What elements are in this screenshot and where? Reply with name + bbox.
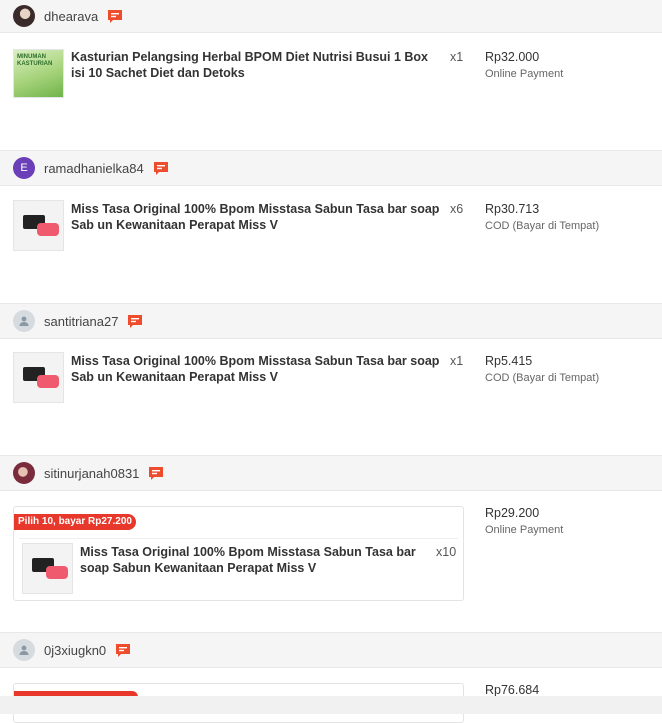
user-avatar[interactable]: E — [13, 157, 35, 179]
default-user-icon — [19, 316, 29, 326]
order-card: E ramadhanielka84 Miss Tasa Original 100… — [0, 150, 662, 288]
product-name[interactable]: Miss Tasa Original 100% Bpom Misstasa Sa… — [71, 201, 445, 233]
user-avatar[interactable] — [13, 310, 35, 332]
order-price: Rp5.415 — [485, 354, 533, 368]
order-card: sitinurjanah0831 Pilih 10, bayar Rp27.20… — [0, 455, 662, 631]
user-avatar[interactable] — [13, 462, 35, 484]
product-name[interactable]: Miss Tasa Original 100% Bpom Misstasa Sa… — [80, 544, 430, 576]
order-header: santitriana27 — [0, 303, 662, 339]
order-body: MINUMAN KASTURIAN Kasturian Pelangsing H… — [0, 33, 662, 135]
order-body: Pilih 10, bayar Rp27.200 Miss Tasa Origi… — [0, 491, 662, 631]
product-thumbnail[interactable]: MINUMAN KASTURIAN — [13, 49, 64, 98]
order-price: Rp76.684 — [485, 683, 540, 697]
user-avatar[interactable] — [13, 639, 35, 661]
product-name[interactable]: Kasturian Pelangsing Herbal BPOM Diet Nu… — [71, 49, 445, 81]
order-header: 0j3xiugkn0 — [0, 632, 662, 668]
order-header: sitinurjanah0831 — [0, 455, 662, 491]
product-quantity: x6 — [450, 202, 464, 216]
product-thumbnail[interactable] — [13, 352, 64, 403]
user-avatar[interactable] — [13, 5, 35, 27]
product-quantity: x1 — [450, 354, 464, 368]
order-body: Miss Tasa Original 100% Bpom Misstasa Sa… — [0, 186, 662, 288]
bundle-deal-box: Pilih 10, bayar Rp27.200 Miss Tasa Origi… — [13, 506, 464, 601]
order-header: E ramadhanielka84 — [0, 150, 662, 186]
buyer-username[interactable]: 0j3xiugkn0 — [44, 643, 106, 658]
soap-bar-graphic — [37, 375, 59, 388]
chat-icon[interactable] — [153, 161, 169, 175]
order-card: santitriana27 Miss Tasa Original 100% Bp… — [0, 303, 662, 440]
bottom-fade — [0, 696, 662, 714]
payment-method: COD (Bayar di Tempat) — [485, 220, 600, 232]
product-quantity: x10 — [436, 545, 457, 559]
order-body: Miss Tasa Original 100% Bpom Misstasa Sa… — [0, 339, 662, 440]
order-price: Rp30.713 — [485, 202, 540, 216]
product-quantity: x1 — [450, 50, 464, 64]
order-price: Rp29.200 — [485, 506, 540, 520]
buyer-username[interactable]: santitriana27 — [44, 314, 118, 329]
buyer-username[interactable]: sitinurjanah0831 — [44, 466, 139, 481]
bundle-item-divider — [19, 538, 458, 539]
product-image-label: MINUMAN KASTURIAN — [17, 54, 53, 67]
chat-icon[interactable] — [107, 9, 123, 23]
order-header: dhearava — [0, 0, 662, 33]
chat-icon[interactable] — [115, 643, 131, 657]
payment-method: COD (Bayar di Tempat) — [485, 372, 600, 384]
payment-method: Online Payment — [485, 524, 564, 536]
buyer-username[interactable]: ramadhanielka84 — [44, 161, 144, 176]
soap-bar-graphic — [46, 566, 68, 579]
product-thumbnail[interactable] — [13, 200, 64, 251]
chat-icon[interactable] — [127, 314, 143, 328]
product-thumbnail[interactable] — [22, 543, 73, 594]
buyer-username[interactable]: dhearava — [44, 9, 98, 24]
bundle-deal-tag: Pilih 10, bayar Rp27.200 — [14, 514, 136, 530]
order-price: Rp32.000 — [485, 50, 540, 64]
soap-bar-graphic — [37, 223, 59, 236]
default-user-icon — [19, 645, 29, 655]
chat-icon[interactable] — [148, 466, 164, 480]
order-card: dhearava MINUMAN KASTURIAN Kasturian Pel… — [0, 0, 662, 135]
payment-method: Online Payment — [485, 68, 564, 80]
product-name[interactable]: Miss Tasa Original 100% Bpom Misstasa Sa… — [71, 353, 445, 385]
